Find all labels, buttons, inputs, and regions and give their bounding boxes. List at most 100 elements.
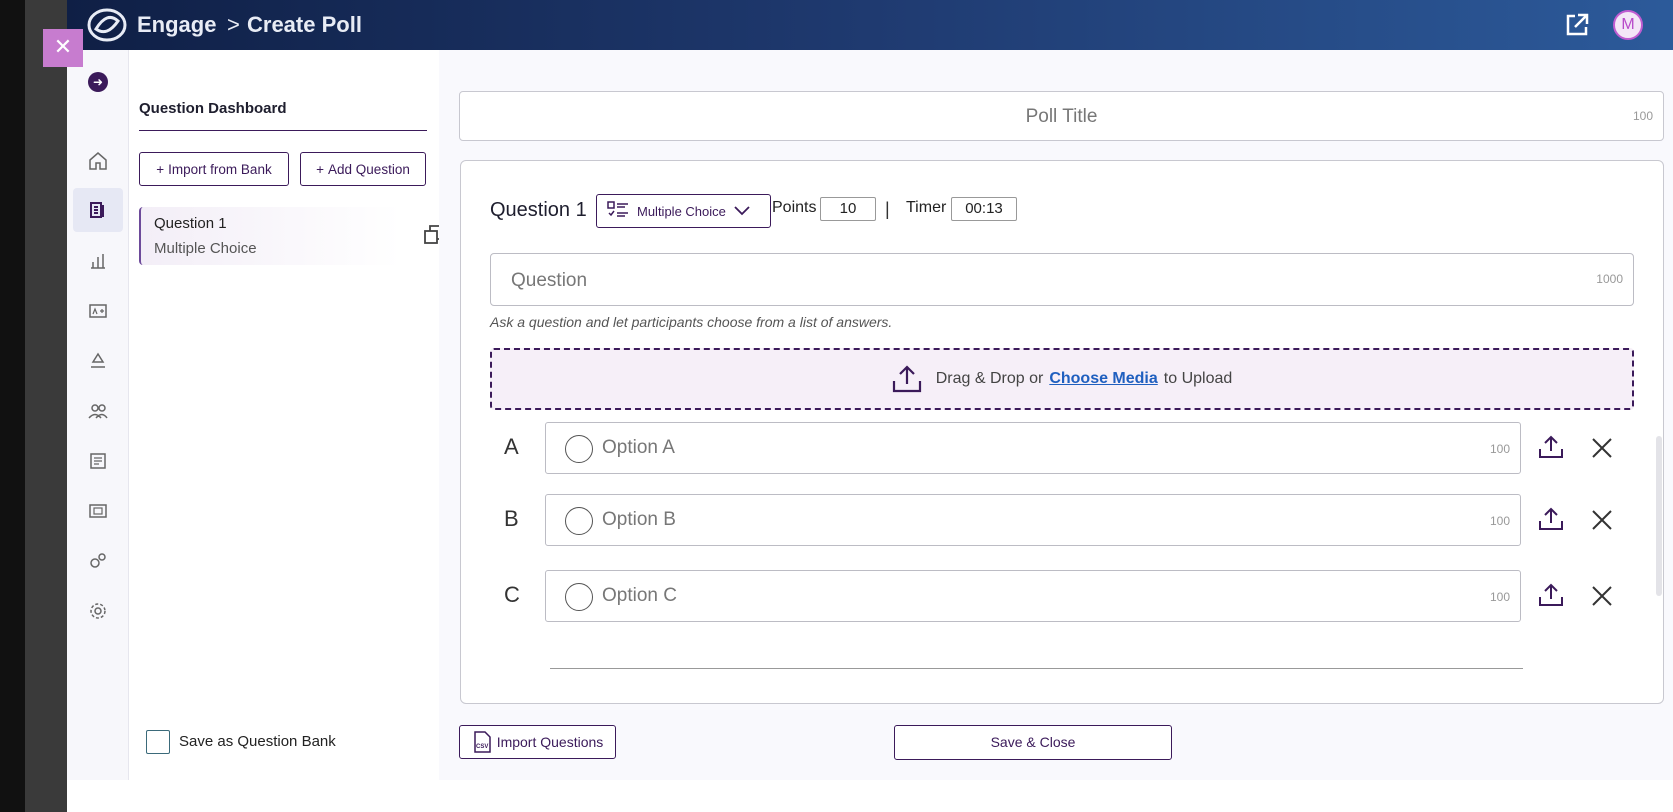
- nav-recycle[interactable]: [73, 339, 123, 383]
- csv-file-icon: CSV: [473, 731, 491, 753]
- create-poll-modal: Engage > Create Poll M ➜ Question Dashbo…: [67, 0, 1673, 812]
- background-app: [0, 0, 67, 812]
- notes-icon: [90, 453, 106, 469]
- question-card-title: Question 1: [154, 215, 227, 232]
- plus-icon: +: [316, 161, 325, 177]
- user-avatar[interactable]: M: [1613, 10, 1643, 40]
- import-from-bank-button[interactable]: + Import from Bank: [139, 152, 289, 186]
- option-char-limit: 100: [1489, 514, 1510, 528]
- question-type-value: Multiple Choice: [637, 203, 726, 219]
- media-upload-dropzone[interactable]: Drag & Drop or Choose Media to Upload: [490, 348, 1634, 410]
- save-as-question-bank-checkbox[interactable]: [146, 730, 170, 754]
- option-input[interactable]: Option B 100: [545, 494, 1521, 546]
- option-row: C Option C 100: [490, 570, 1634, 622]
- add-question-label: Add Question: [328, 161, 410, 177]
- question-card[interactable]: Question 1 Multiple Choice: [139, 207, 468, 265]
- close-modal-button[interactable]: ✕: [43, 29, 83, 67]
- nav-settings[interactable]: [73, 589, 123, 633]
- upload-prefix-text: Drag & Drop or: [935, 370, 1044, 387]
- nav-home[interactable]: [73, 139, 123, 183]
- analytics-icon: [91, 254, 105, 269]
- settings-icon: [90, 603, 106, 619]
- question-card-type: Multiple Choice: [154, 240, 257, 257]
- question-number-label: Question 1: [490, 199, 587, 221]
- engage-logo-icon: [87, 8, 127, 42]
- points-timer-separator: |: [885, 199, 890, 219]
- nav-rail: ➜: [67, 50, 129, 780]
- question-text-input[interactable]: Question 1000: [490, 253, 1634, 306]
- grades-icon: [89, 304, 107, 318]
- option-upload-icon[interactable]: [1538, 434, 1564, 460]
- add-question-button[interactable]: + Add Question: [300, 152, 426, 186]
- top-bar: Engage > Create Poll M: [67, 0, 1673, 50]
- question-hint: Ask a question and let participants choo…: [490, 314, 893, 330]
- expand-nav-icon[interactable]: ➜: [88, 72, 108, 92]
- option-letter: A: [504, 434, 519, 459]
- correct-answer-radio[interactable]: [565, 435, 593, 463]
- option-placeholder: Option B: [602, 509, 676, 530]
- plus-icon: +: [156, 161, 165, 177]
- option-upload-icon[interactable]: [1538, 506, 1564, 532]
- upload-suffix-text: to Upload: [1163, 370, 1233, 387]
- import-questions-button[interactable]: CSV Import Questions: [459, 725, 616, 759]
- nav-integrations[interactable]: [73, 539, 123, 583]
- option-placeholder: Option C: [602, 585, 677, 606]
- chevron-down-icon: [734, 206, 750, 216]
- question-placeholder: Question: [511, 270, 588, 291]
- question-dashboard-title: Question Dashboard: [139, 100, 287, 117]
- option-upload-icon[interactable]: [1538, 582, 1564, 608]
- poll-title-input[interactable]: Poll Title 100: [459, 91, 1664, 141]
- save-as-question-bank-label: Save as Question Bank: [179, 733, 336, 750]
- nav-groups[interactable]: [73, 389, 123, 433]
- save-and-close-button[interactable]: Save & Close: [894, 725, 1172, 760]
- recycle-icon: [91, 352, 105, 368]
- question-char-limit: 1000: [1596, 272, 1623, 286]
- options-scrollbar[interactable]: [1656, 436, 1662, 596]
- poll-title-char-limit: 100: [1632, 109, 1653, 123]
- correct-answer-radio[interactable]: [565, 583, 593, 611]
- option-char-limit: 100: [1489, 590, 1510, 604]
- option-row: A Option A 100: [490, 422, 1634, 474]
- option-char-limit: 100: [1489, 442, 1510, 456]
- import-from-bank-label: Import from Bank: [168, 161, 272, 177]
- nav-notes[interactable]: [73, 439, 123, 483]
- correct-answer-radio[interactable]: [565, 507, 593, 535]
- nav-polls[interactable]: [73, 188, 123, 232]
- page-title: Create Poll: [247, 12, 362, 37]
- groups-icon: [88, 404, 108, 419]
- question-type-dropdown[interactable]: Multiple Choice: [596, 194, 771, 228]
- svg-text:CSV: CSV: [476, 744, 488, 750]
- open-external-icon[interactable]: [1563, 11, 1591, 39]
- option-letter: B: [504, 506, 519, 531]
- checklist-icon: [607, 201, 628, 217]
- remove-option-icon[interactable]: [1590, 584, 1614, 608]
- gallery-icon: [89, 504, 107, 518]
- points-label: Points: [772, 199, 817, 216]
- breadcrumb-app[interactable]: Engage: [137, 12, 216, 38]
- question-editor-box: Question 1 Multiple Choice Points 10 | T…: [460, 160, 1664, 704]
- dashboard-divider: [139, 130, 427, 131]
- timer-input[interactable]: 00:13: [951, 197, 1017, 221]
- option-input[interactable]: Option C 100: [545, 570, 1521, 622]
- nav-gallery[interactable]: [73, 489, 123, 533]
- poll-editor: Poll Title 100 Question 1 Multiple Choic…: [439, 50, 1673, 780]
- remove-option-icon[interactable]: [1590, 508, 1614, 532]
- choose-media-link[interactable]: Choose Media: [1049, 370, 1157, 388]
- nav-analytics[interactable]: [73, 239, 123, 283]
- points-input[interactable]: 10: [820, 197, 876, 221]
- option-letter: C: [504, 582, 520, 607]
- home-icon: [89, 152, 107, 170]
- remove-option-icon[interactable]: [1590, 436, 1614, 460]
- polls-icon: [90, 202, 104, 218]
- nav-grades[interactable]: [73, 289, 123, 333]
- integrations-icon: [90, 553, 106, 568]
- option-placeholder: Option A: [602, 437, 675, 458]
- breadcrumb-separator: >: [227, 12, 240, 37]
- background-app-sidebar: [0, 0, 25, 812]
- option-input[interactable]: Option A 100: [545, 422, 1521, 474]
- import-questions-label: Import Questions: [496, 734, 604, 750]
- option-row: B Option B 100: [490, 494, 1634, 546]
- upload-icon: [892, 365, 921, 393]
- poll-title-placeholder: Poll Title: [1025, 106, 1098, 127]
- options-divider: [550, 668, 1523, 669]
